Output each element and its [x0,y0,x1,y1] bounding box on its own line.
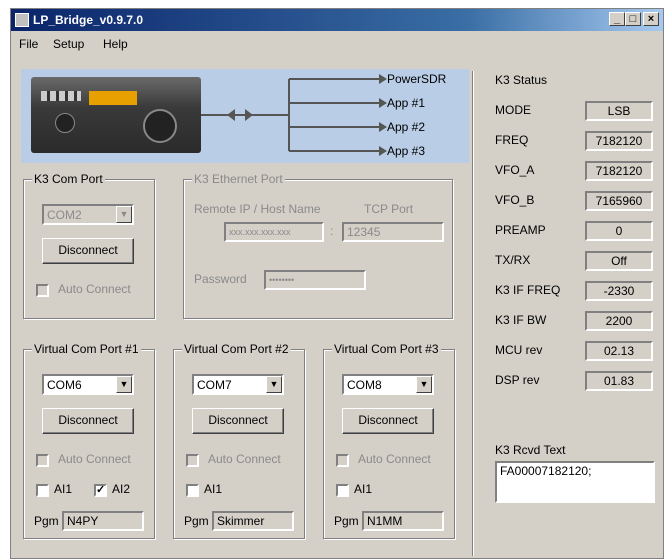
remote-ip-label: Remote IP / Host Name [194,202,321,216]
status-value-freq: 7182120 [585,131,653,151]
chevron-down-icon[interactable]: ▼ [266,376,282,393]
vcom1-auto-connect-checkbox[interactable] [36,454,49,467]
k3-com-port-select[interactable]: COM2 ▼ [42,204,134,225]
route-label-app1: App #1 [387,96,426,110]
minimize-button[interactable]: _ [609,12,625,26]
k3-com-port-legend: K3 Com Port [32,172,105,186]
route-label-app2: App #2 [387,120,426,134]
close-button[interactable]: × [643,12,659,26]
vcom1-port-value: COM6 [47,378,82,392]
status-label-if-bw: K3 IF BW [495,313,547,327]
vcom3-port-value: COM8 [347,378,382,392]
vcom2-ai1-checkbox[interactable] [186,484,199,497]
chevron-down-icon[interactable]: ▼ [116,376,132,393]
menu-file[interactable]: File [19,37,38,51]
tcp-port-label: TCP Port [364,202,414,216]
k3-com-port-group: K3 Com Port COM2 ▼ Disconnect Auto Conne… [23,172,155,319]
panel-divider [472,71,474,556]
status-label-freq: FREQ [495,133,529,147]
vcom2-ai1-label: AI1 [204,482,223,496]
status-value-mode: LSB [585,101,653,121]
vcom1-pgm-label: Pgm [34,514,59,528]
vcom2-pgm-field: Skimmer [212,511,294,531]
vcom3-pgm-label: Pgm [334,514,359,528]
status-label-vfo-a: VFO_A [495,163,535,177]
vcom3-pgm-field: N1MM [362,511,444,531]
vcom2-disconnect-button[interactable]: Disconnect [192,408,284,434]
k3-com-port-value: COM2 [47,208,82,222]
menu-setup[interactable]: Setup [53,37,84,51]
status-label-mode: MODE [495,103,531,117]
vcom2-port-select[interactable]: COM7 ▼ [192,374,284,395]
vcom2-auto-connect-label: Auto Connect [208,452,281,466]
vcom3-disconnect-button[interactable]: Disconnect [342,408,434,434]
k3-rcvd-text-box[interactable]: FA00007182120; [495,461,655,503]
k3-auto-connect-checkbox[interactable] [36,284,49,297]
k3-ethernet-legend: K3 Ethernet Port [192,172,285,186]
password-label: Password [194,272,247,286]
chevron-down-icon[interactable]: ▼ [416,376,432,393]
vcom1-legend: Virtual Com Port #1 [32,342,141,356]
vcom1-auto-connect-label: Auto Connect [58,452,131,466]
vcom2-pgm-label: Pgm [184,514,209,528]
k3-status-legend: K3 Status [495,73,548,87]
app-icon[interactable] [15,13,29,27]
status-label-if-freq: K3 IF FREQ [495,283,561,297]
route-label-powersdr: PowerSDR [387,72,447,86]
status-value-if-freq: -2330 [585,281,653,301]
status-value-dsp-rev: 01.83 [585,371,653,391]
ip-port-separator: : [330,224,334,238]
status-label-txrx: TX/RX [495,253,531,267]
vcom2-legend: Virtual Com Port #2 [182,342,291,356]
tcp-port-input[interactable]: 12345 [342,222,444,242]
vcom3-auto-connect-label: Auto Connect [358,452,431,466]
window-title: LP_Bridge_v0.9.7.0 [33,13,144,27]
status-label-vfo-b: VFO_B [495,193,535,207]
menu-help[interactable]: Help [103,37,128,51]
vcom1-disconnect-button[interactable]: Disconnect [42,408,134,434]
status-value-mcu-rev: 02.13 [585,341,653,361]
vcom3-ai1-label: AI1 [354,482,373,496]
status-value-vfo-b: 7165960 [585,191,653,211]
status-value-txrx: Off [585,251,653,271]
app-window: LP_Bridge_v0.9.7.0 _ □ × File Setup Help [10,8,664,559]
status-value-if-bw: 2200 [585,311,653,331]
status-value-vfo-a: 7182120 [585,161,653,181]
k3-rcvd-text-label: K3 Rcvd Text [495,443,566,457]
vcom3-legend: Virtual Com Port #3 [332,342,441,356]
vcom3-ai1-checkbox[interactable] [336,484,349,497]
status-label-preamp: PREAMP [495,223,546,237]
vcom1-port-select[interactable]: COM6 ▼ [42,374,134,395]
vcom1-ai2-checkbox[interactable]: ✓ [94,484,107,497]
vcom3-auto-connect-checkbox[interactable] [336,454,349,467]
vcom2-port-value: COM7 [197,378,232,392]
vcom1-pgm-field: N4PY [62,511,144,531]
status-label-mcu-rev: MCU rev [495,343,543,357]
k3-auto-connect-label: Auto Connect [58,282,131,296]
vcom1-ai2-label: AI2 [112,482,131,496]
k3-disconnect-button[interactable]: Disconnect [42,238,134,264]
vcom3-port-select[interactable]: COM8 ▼ [342,374,434,395]
routing-banner: PowerSDR App #1 App #2 App #3 [21,69,469,163]
maximize-button[interactable]: □ [625,12,641,26]
vcom1-ai1-label: AI1 [54,482,73,496]
status-label-dsp-rev: DSP rev [495,373,540,387]
remote-ip-input[interactable]: xxx.xxx.xxx.xxx [224,222,324,242]
vcom1-ai1-checkbox[interactable] [36,484,49,497]
virtual-com-port-3-group: Virtual Com Port #3 COM8 ▼ Disconnect Au… [323,342,455,539]
vcom2-auto-connect-checkbox[interactable] [186,454,199,467]
password-input[interactable]: •••••••• [264,270,366,290]
virtual-com-port-2-group: Virtual Com Port #2 COM7 ▼ Disconnect Au… [173,342,305,539]
chevron-down-icon[interactable]: ▼ [116,206,132,223]
k3-ethernet-port-group: K3 Ethernet Port Remote IP / Host Name T… [183,172,453,319]
virtual-com-port-1-group: Virtual Com Port #1 COM6 ▼ Disconnect Au… [23,342,155,539]
title-bar[interactable]: LP_Bridge_v0.9.7.0 _ □ × [11,9,663,31]
status-value-preamp: 0 [585,221,653,241]
route-label-app3: App #3 [387,144,426,158]
